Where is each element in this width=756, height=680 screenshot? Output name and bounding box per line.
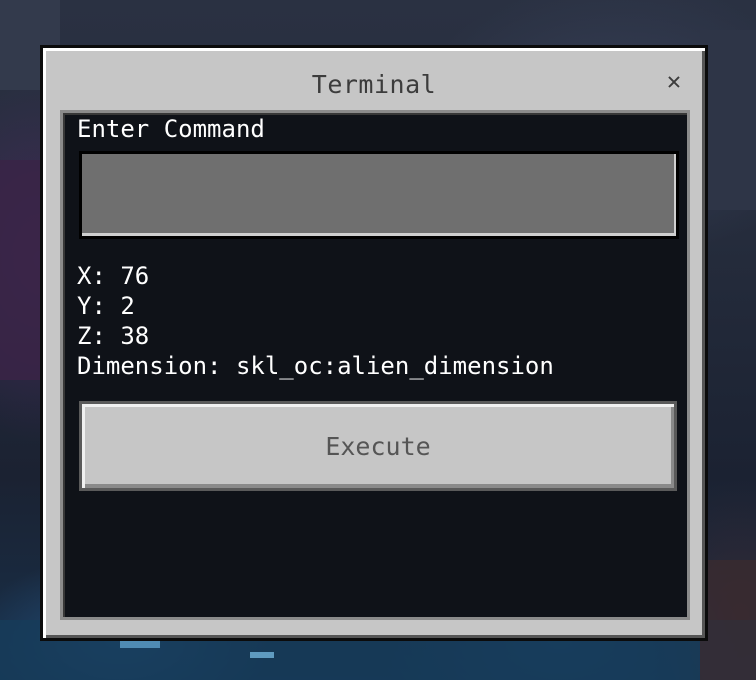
terminal-panel: Enter Command X: 76 Y: 2 Z: 38 Dimension… — [60, 110, 690, 620]
background-block — [700, 560, 756, 680]
execute-button[interactable]: Execute — [79, 401, 677, 491]
background-tree — [0, 160, 42, 380]
close-button[interactable]: ✕ — [661, 68, 687, 94]
background-water-highlight — [250, 652, 274, 658]
command-label: Enter Command — [77, 115, 265, 143]
terminal-dialog: Terminal ✕ Enter Command X: 76 Y: 2 Z: 3… — [40, 45, 708, 641]
background-block — [700, 30, 756, 210]
close-icon: ✕ — [666, 67, 682, 95]
dialog-titlebar: Terminal ✕ — [43, 48, 705, 110]
execute-button-label: Execute — [325, 431, 431, 461]
coordinate-x: X: 76 — [77, 262, 150, 290]
dimension-readout: Dimension: skl_oc:alien_dimension — [77, 352, 554, 380]
background-water-highlight — [120, 640, 160, 648]
coordinate-y: Y: 2 — [77, 292, 135, 320]
coordinate-z: Z: 38 — [77, 322, 150, 350]
command-input[interactable] — [79, 151, 679, 239]
dialog-title: Terminal — [311, 70, 437, 99]
